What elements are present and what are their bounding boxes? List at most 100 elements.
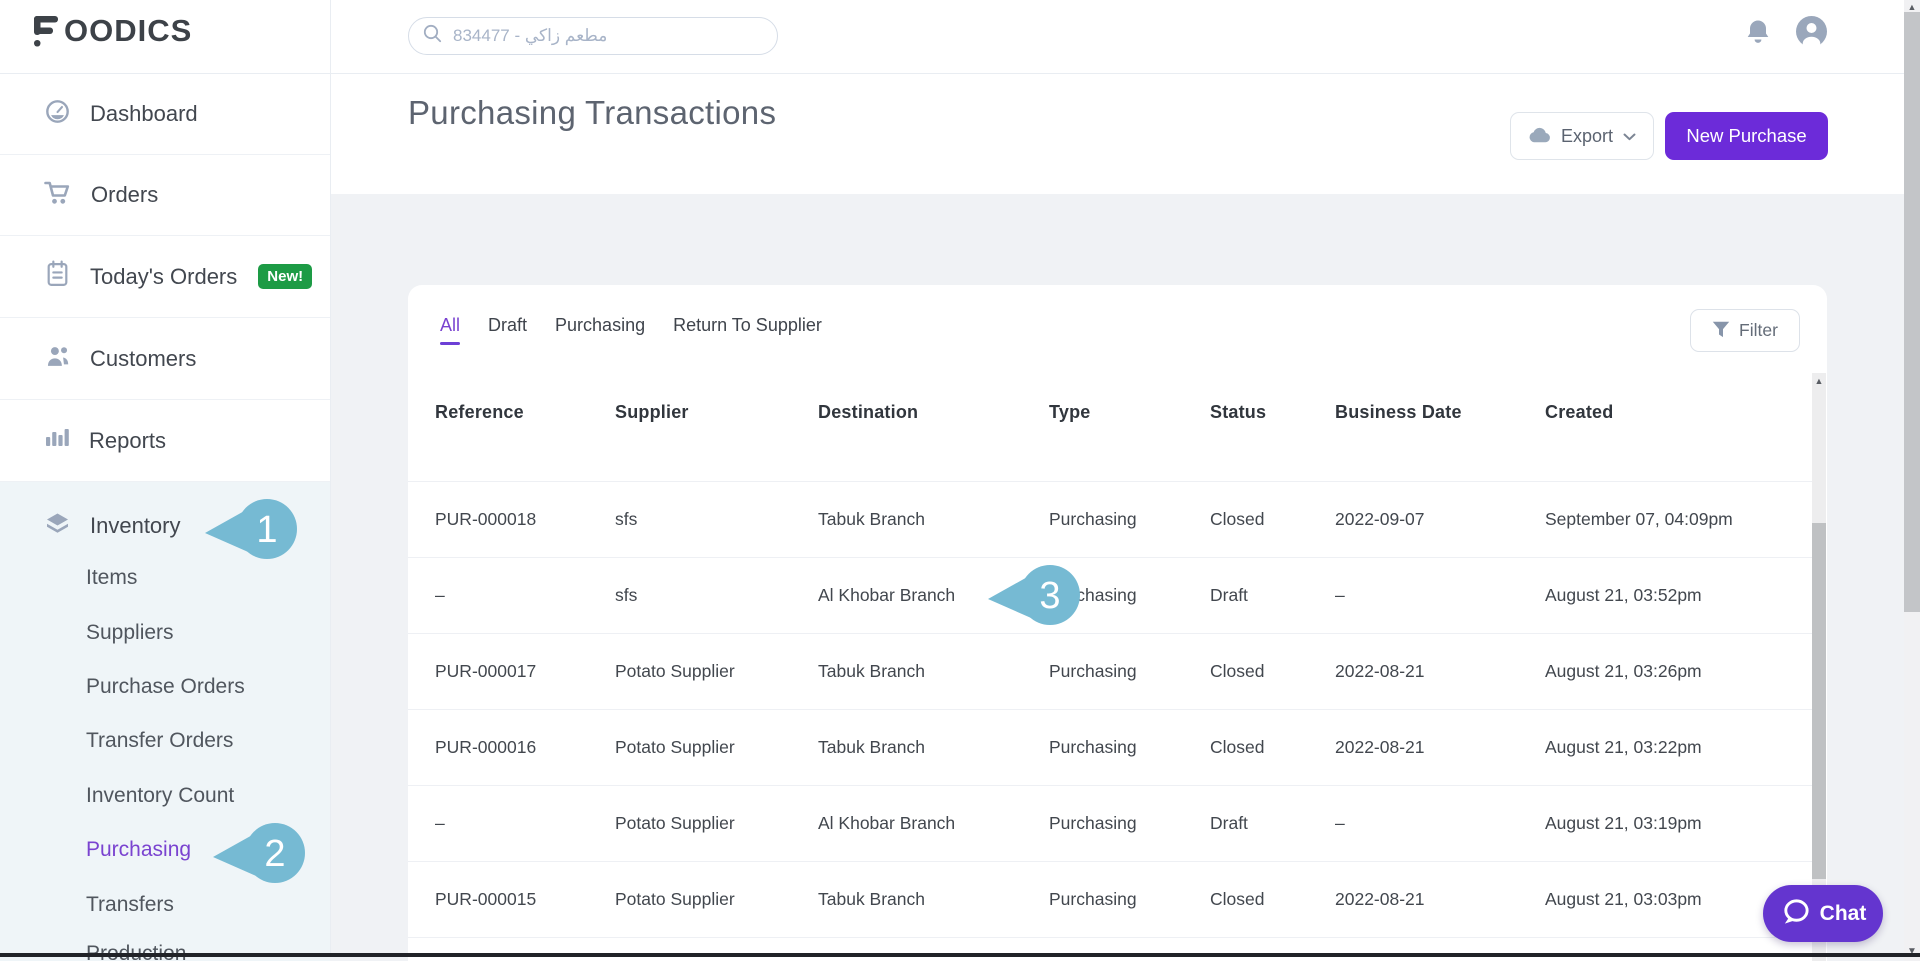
sidebar-item-reports[interactable]: Reports: [0, 400, 330, 482]
sidebar-divider: [330, 0, 331, 954]
cell-destination: Tabuk Branch: [818, 661, 926, 681]
layers-icon: [44, 510, 71, 542]
tab-purchasing[interactable]: Purchasing: [555, 315, 645, 373]
sidebar-subitem-transfer-orders[interactable]: Transfer Orders: [86, 726, 233, 756]
cell-reference: PUR-000018: [435, 509, 537, 529]
status-tabs: All Draft Purchasing Return To Supplier: [408, 285, 1827, 373]
funnel-icon: [1712, 321, 1730, 341]
table-row[interactable]: PUR-000017 Potato Supplier Tabuk Branch …: [408, 634, 1812, 710]
chat-button-label: Chat: [1819, 901, 1867, 925]
sidebar-item-label: Inventory: [90, 513, 181, 538]
sidebar-item-dashboard[interactable]: Dashboard: [0, 73, 330, 155]
page-scrollbar-thumb[interactable]: [1904, 12, 1920, 612]
cell-destination: Al Khobar Branch: [818, 813, 956, 833]
cell-reference: PUR-000017: [435, 661, 537, 681]
sidebar-subitem-purchase-orders[interactable]: Purchase Orders: [86, 672, 245, 702]
sidebar-subitem-transfers[interactable]: Transfers: [86, 890, 174, 920]
cell-business-date: 2022-08-21: [1335, 661, 1425, 681]
page-scrollbar: ▲ ▼: [1904, 0, 1920, 961]
sidebar-subitem-suppliers[interactable]: Suppliers: [86, 618, 174, 648]
customers-people-icon: [44, 343, 71, 375]
notifications-bell-icon[interactable]: [1744, 18, 1772, 49]
cell-status: Closed: [1210, 661, 1265, 681]
sidebar-subitem-purchasing[interactable]: Purchasing: [86, 835, 191, 865]
user-avatar[interactable]: [1796, 16, 1827, 51]
sidebar-item-label: Reports: [89, 427, 167, 453]
foodics-logo-text: OODICS: [64, 13, 193, 48]
cell-destination: Tabuk Branch: [818, 737, 926, 757]
new-purchase-button-label: New Purchase: [1686, 125, 1807, 146]
table-body: PUR-000018 sfs Tabuk Branch Purchasing C…: [408, 481, 1812, 938]
sidebar-item-label: Orders: [91, 182, 159, 207]
cell-created: August 21, 03:26pm: [1545, 661, 1702, 681]
cell-business-date: 2022-08-21: [1335, 737, 1425, 757]
global-search: [408, 17, 778, 55]
export-button-label: Export: [1560, 125, 1614, 146]
cell-destination: Tabuk Branch: [818, 889, 926, 909]
cell-supplier: Potato Supplier: [615, 737, 735, 757]
sidebar-item-label: Today's Orders: [90, 263, 238, 289]
sidebar-subitem-items[interactable]: Items: [86, 563, 137, 593]
cell-reference: PUR-000015: [435, 889, 537, 909]
foodics-logo[interactable]: OODICS: [34, 13, 193, 52]
sidebar-item-inventory[interactable]: Inventory: [0, 501, 330, 551]
chevron-down-icon: [1623, 129, 1636, 144]
page-header: Purchasing Transactions Export New Purch…: [330, 73, 1904, 194]
cell-created: August 21, 03:52pm: [1545, 585, 1702, 605]
table-row[interactable]: PUR-000018 sfs Tabuk Branch Purchasing C…: [408, 482, 1812, 558]
table-row[interactable]: PUR-000015 Potato Supplier Tabuk Branch …: [408, 862, 1812, 938]
column-header-supplier: Supplier: [615, 402, 689, 422]
sidebar-item-label: Customers: [90, 345, 197, 371]
table-scrollbar-thumb[interactable]: [1812, 523, 1826, 879]
cell-destination: Al Khobar Branch: [818, 585, 956, 605]
sidebar-item-todays-orders[interactable]: Today's Orders New!: [0, 236, 330, 318]
cell-type: Purchasing: [1049, 813, 1137, 833]
sidebar-item-label: Dashboard: [90, 100, 198, 126]
cell-business-date: –: [1335, 813, 1345, 833]
foodics-logo-mark-icon: [34, 16, 61, 52]
column-header-business-date: Business Date: [1335, 402, 1462, 422]
chat-button[interactable]: Chat: [1763, 885, 1883, 942]
cell-business-date: –: [1335, 585, 1345, 605]
column-header-reference: Reference: [435, 402, 524, 422]
cell-supplier: Potato Supplier: [615, 813, 735, 833]
sidebar-subitem-production[interactable]: Production: [86, 939, 186, 961]
new-badge: New!: [258, 264, 313, 289]
search-input[interactable]: [451, 25, 769, 47]
cell-destination: Tabuk Branch: [818, 509, 926, 529]
table-row[interactable]: – Potato Supplier Al Khobar Branch Purch…: [408, 786, 1812, 862]
table-scrollbar-up-arrow[interactable]: ▲: [1812, 376, 1826, 386]
search-icon: [423, 24, 442, 48]
export-button[interactable]: Export: [1510, 112, 1654, 160]
cell-supplier: sfs: [615, 509, 638, 529]
new-purchase-button[interactable]: New Purchase: [1665, 112, 1828, 160]
cell-supplier: Potato Supplier: [615, 661, 735, 681]
inventory-section: Inventory Items Suppliers Purchase Order…: [0, 482, 330, 961]
cell-reference: –: [435, 585, 445, 605]
cart-icon: [44, 179, 72, 211]
cell-supplier: sfs: [615, 585, 638, 605]
cell-business-date: 2022-09-07: [1335, 509, 1425, 529]
transactions-card: All Draft Purchasing Return To Supplier …: [408, 285, 1827, 961]
page-scrollbar-up-arrow[interactable]: ▲: [1904, 2, 1920, 12]
sidebar-subitem-inventory-count[interactable]: Inventory Count: [86, 781, 234, 811]
filter-button-label: Filter: [1739, 320, 1778, 340]
column-header-type: Type: [1049, 402, 1091, 422]
cell-created: August 21, 03:19pm: [1545, 813, 1702, 833]
tab-draft[interactable]: Draft: [488, 315, 527, 373]
sidebar-item-customers[interactable]: Customers: [0, 318, 330, 400]
table-row[interactable]: – sfs Al Khobar Branch Purchasing Draft …: [408, 558, 1812, 634]
chat-bubble-icon: [1780, 897, 1811, 930]
cell-reference: –: [435, 813, 445, 833]
bar-chart-icon: [44, 425, 70, 456]
app-screen: OODICS 834477 - مطعم زاكي Dashboard Orde…: [0, 0, 1920, 961]
tab-all[interactable]: All: [440, 315, 460, 373]
cell-status: Closed: [1210, 737, 1265, 757]
sidebar-item-orders[interactable]: Orders: [0, 155, 330, 236]
cell-business-date: 2022-08-21: [1335, 889, 1425, 909]
filter-button[interactable]: Filter: [1690, 309, 1800, 352]
tab-return-to-supplier[interactable]: Return To Supplier: [673, 315, 822, 373]
cell-status: Draft: [1210, 585, 1248, 605]
table-row[interactable]: PUR-000016 Potato Supplier Tabuk Branch …: [408, 710, 1812, 786]
cell-type: Purchasing: [1049, 737, 1137, 757]
